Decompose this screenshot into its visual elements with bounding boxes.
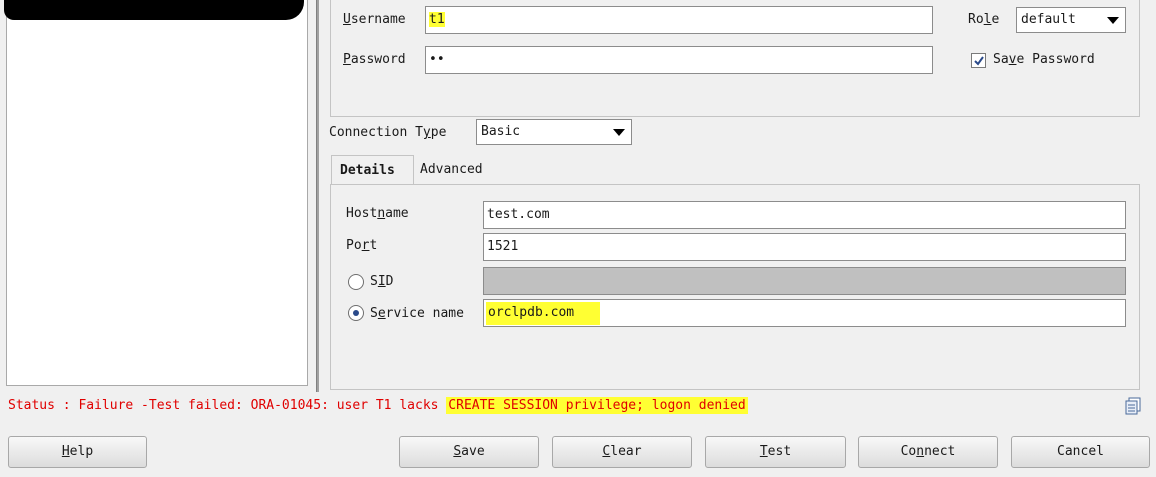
- help-button[interactable]: Help: [8, 436, 147, 468]
- password-input[interactable]: ••: [425, 46, 933, 74]
- hostname-input[interactable]: test.com: [483, 201, 1126, 229]
- save-password-label: Save Password: [993, 52, 1095, 67]
- sid-label: SID: [370, 274, 394, 289]
- dropdown-arrow-icon: [613, 129, 625, 136]
- sid-input: [483, 267, 1126, 295]
- hostname-label: Hostname: [346, 206, 409, 221]
- username-value: t1: [429, 12, 445, 27]
- connection-type-select[interactable]: Basic: [476, 119, 632, 145]
- status-message: Status : Failure -Test failed: ORA-01045…: [8, 397, 748, 414]
- service-name-label: Service name: [370, 306, 464, 321]
- sid-radio[interactable]: [348, 274, 364, 290]
- password-label: Password: [343, 52, 406, 67]
- role-label: Role: [968, 12, 1000, 27]
- save-password-checkbox[interactable]: [971, 53, 986, 68]
- test-button[interactable]: Test: [705, 436, 846, 468]
- redaction-mark: [4, 0, 304, 20]
- checkmark-icon: [974, 56, 984, 66]
- connection-type-value: Basic: [481, 124, 521, 139]
- role-value: default: [1021, 12, 1076, 27]
- cancel-button[interactable]: Cancel: [1011, 436, 1150, 468]
- status-highlight: CREATE SESSION privilege; logon denied: [446, 397, 748, 414]
- radio-icon: [353, 310, 359, 316]
- connection-list[interactable]: [6, 0, 308, 386]
- clear-button[interactable]: Clear: [552, 436, 692, 468]
- role-select[interactable]: default: [1016, 7, 1126, 33]
- username-label: Username: [343, 12, 406, 27]
- connect-button[interactable]: Connect: [858, 436, 998, 468]
- password-value: ••: [429, 52, 445, 67]
- copy-icon[interactable]: [1123, 396, 1143, 416]
- connection-type-label: Connection Type: [329, 125, 447, 140]
- dropdown-arrow-icon: [1107, 17, 1119, 24]
- tab-advanced[interactable]: Advanced: [412, 155, 491, 185]
- port-label: Port: [346, 238, 378, 253]
- username-input[interactable]: t1: [425, 6, 933, 34]
- save-button[interactable]: Save: [399, 436, 539, 468]
- service-name-radio[interactable]: [348, 305, 364, 321]
- service-name-value: orclpdb.com: [486, 302, 601, 325]
- tab-details[interactable]: Details: [331, 155, 414, 185]
- service-name-input[interactable]: orclpdb.com: [483, 299, 1126, 327]
- port-input[interactable]: 1521: [483, 233, 1126, 261]
- splitter[interactable]: [316, 0, 319, 392]
